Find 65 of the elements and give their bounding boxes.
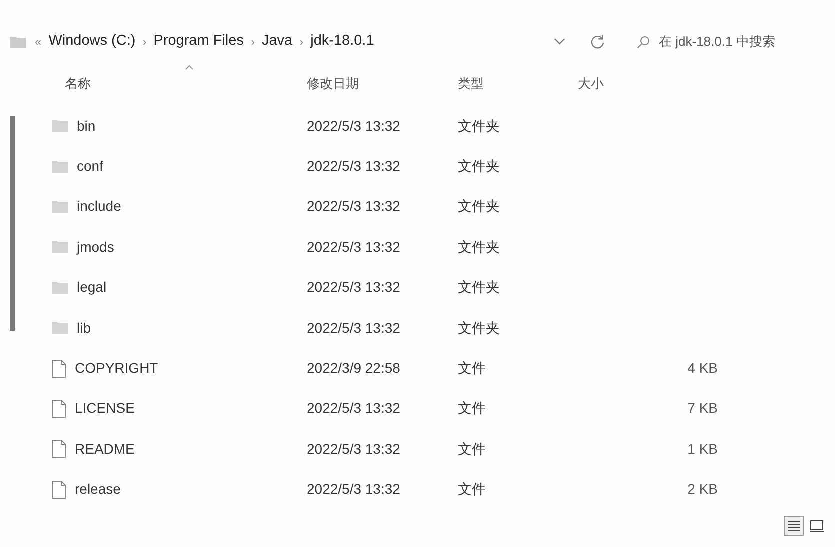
- size-cell: 1 KB: [688, 440, 718, 457]
- column-header[interactable]: 修改日期: [307, 74, 359, 94]
- type-cell: 文件: [458, 481, 486, 498]
- folder-icon: [52, 120, 68, 132]
- breadcrumb-separator: ›: [250, 34, 255, 51]
- folder-icon: [52, 200, 68, 213]
- breadcrumb-item[interactable]: jdk-18.0.1: [310, 31, 374, 53]
- type-cell: 文件: [458, 440, 486, 457]
- folder-icon: [52, 241, 68, 254]
- file-icon: [52, 400, 66, 418]
- file-icon: [52, 360, 66, 378]
- size-cell: 4 KB: [688, 360, 718, 376]
- size-cell: 7 KB: [688, 400, 718, 416]
- folder-icon: [10, 36, 26, 48]
- file-name[interactable]: lib: [77, 318, 92, 339]
- date-cell: 2022/5/3 13:32: [307, 238, 400, 255]
- date-cell: 2022/5/3 13:32: [307, 279, 400, 296]
- column-header[interactable]: 类型: [458, 74, 484, 94]
- breadcrumb-separator: ›: [142, 34, 147, 51]
- search-icon: [637, 36, 650, 48]
- file-name[interactable]: jmods: [77, 236, 114, 258]
- file-name[interactable]: COPYRIGHT: [75, 358, 158, 380]
- column-header[interactable]: 大小: [578, 74, 604, 94]
- date-cell: 2022/5/3 13:32: [307, 481, 400, 498]
- file-name[interactable]: include: [77, 196, 122, 218]
- search-field[interactable]: 在 jdk-18.0.1 中搜索: [657, 31, 827, 53]
- type-cell: 文件: [458, 360, 486, 376]
- breadcrumb-item[interactable]: Program Files: [154, 31, 244, 53]
- scrollbar[interactable]: [10, 116, 15, 331]
- file-name[interactable]: bin: [77, 116, 96, 137]
- file-icon: [52, 440, 66, 458]
- folder-icon: [52, 282, 68, 294]
- file-name[interactable]: release: [75, 479, 121, 500]
- type-cell: 文件夹: [458, 238, 500, 255]
- file-name[interactable]: README: [75, 438, 135, 460]
- date-cell: 2022/5/3 13:32: [307, 198, 400, 214]
- type-cell: 文件夹: [458, 158, 500, 174]
- type-cell: 文件夹: [458, 320, 500, 336]
- type-cell: 文件夹: [458, 279, 500, 296]
- refresh-icon[interactable]: [590, 34, 605, 50]
- size-cell: 2 KB: [688, 481, 718, 498]
- breadcrumb-item[interactable]: Windows (C:): [48, 31, 136, 53]
- type-cell: 文件夹: [458, 198, 500, 214]
- folder-icon: [52, 322, 68, 334]
- file-icon: [52, 480, 66, 499]
- dropdown-icon[interactable]: [554, 38, 566, 46]
- date-cell: 2022/5/3 13:32: [307, 320, 400, 336]
- breadcrumb-separator: ›: [300, 34, 304, 51]
- details-view-button[interactable]: [784, 516, 804, 536]
- type-cell: 文件夹: [458, 118, 500, 134]
- breadcrumb-item[interactable]: Java: [262, 31, 293, 53]
- file-name[interactable]: legal: [77, 277, 107, 298]
- file-name[interactable]: conf: [77, 156, 104, 178]
- folder-icon: [52, 160, 68, 173]
- date-cell: 2022/5/3 13:32: [307, 158, 400, 174]
- list-icon: [786, 520, 800, 532]
- date-cell: 2022/5/3 13:32: [307, 118, 400, 134]
- date-cell: 2022/3/9 22:58: [307, 360, 400, 376]
- window-icon: [810, 520, 824, 532]
- file-name[interactable]: LICENSE: [75, 398, 135, 420]
- date-cell: 2022/5/3 13:32: [307, 440, 400, 457]
- date-cell: 2022/5/3 13:32: [307, 400, 400, 416]
- overflow-chevron[interactable]: «: [35, 33, 42, 51]
- column-header[interactable]: 名称: [65, 74, 91, 94]
- type-cell: 文件: [458, 400, 486, 416]
